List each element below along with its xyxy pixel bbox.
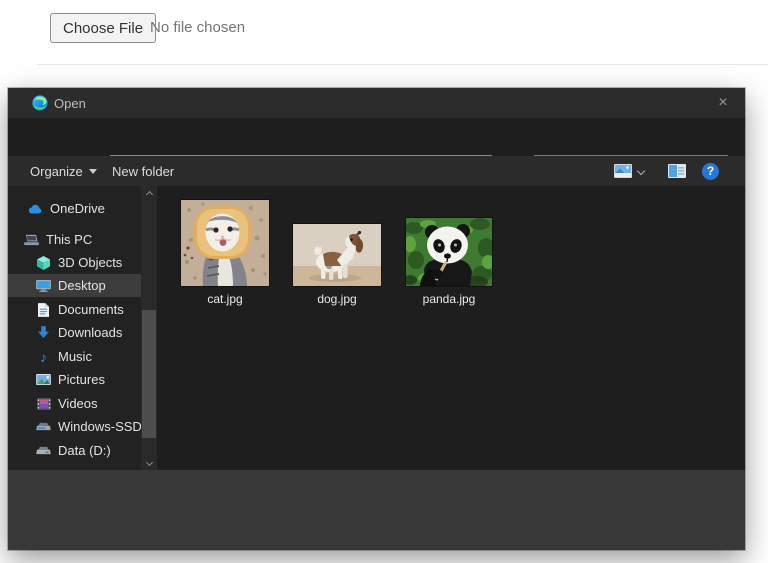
page: Choose File No file chosen Open × Search… xyxy=(0,0,768,563)
file-name-label: cat.jpg xyxy=(207,292,243,306)
sidebar-item-windows-ssd[interactable]: Windows-SSD (C:) xyxy=(8,415,141,438)
sidebar-item-downloads[interactable]: Downloads xyxy=(8,321,141,344)
file-tile-dog[interactable]: dog.jpg xyxy=(293,224,381,306)
document-icon xyxy=(36,302,51,317)
this-pc-icon xyxy=(24,232,39,247)
new-folder-label: New folder xyxy=(112,163,175,179)
sidebar-item-label: Data (D:) xyxy=(58,443,111,458)
new-folder-button[interactable]: New folder xyxy=(104,156,182,186)
panda-thumbnail-image xyxy=(406,218,492,286)
open-file-dialog: Open × ← → ↑ Desktop datasets xyxy=(8,88,745,550)
preview-pane-icon xyxy=(668,164,686,178)
no-file-chosen-text: No file chosen xyxy=(150,19,246,36)
file-tile-panda[interactable]: panda.jpg xyxy=(406,218,492,306)
cube-icon xyxy=(36,255,51,270)
sidebar-scrollbar[interactable] xyxy=(141,186,157,470)
sidebar-item-label: Desktop xyxy=(58,278,106,293)
scrollbar-up-icon[interactable] xyxy=(141,186,157,202)
navigation-pane: OneDrive This PC 3D Objects Desktop Docu… xyxy=(8,186,141,470)
scrollbar-down-icon[interactable] xyxy=(141,454,157,470)
help-button[interactable]: ? xyxy=(694,156,727,186)
sidebar-item-label: Documents xyxy=(58,302,124,317)
sidebar-item-onedrive[interactable]: OneDrive xyxy=(8,197,141,220)
dialog-footer: File name: All files (*.*) Open Cancel xyxy=(8,470,745,550)
views-button[interactable] xyxy=(606,156,652,186)
sidebar-item-label: 3D Objects xyxy=(58,255,123,270)
views-icon xyxy=(614,164,632,178)
sidebar-item-videos[interactable]: Videos xyxy=(8,392,141,415)
sidebar-item-music[interactable]: ♪ Music xyxy=(8,345,141,368)
choose-file-button[interactable]: Choose File xyxy=(50,13,157,43)
close-icon[interactable]: × xyxy=(706,88,740,118)
drive-icon xyxy=(36,443,51,458)
organize-button[interactable]: Organize xyxy=(22,156,105,186)
sidebar-item-label: Music xyxy=(58,349,92,364)
sidebar-item-documents[interactable]: Documents xyxy=(8,298,141,321)
monitor-icon xyxy=(36,278,51,293)
file-name-label: dog.jpg xyxy=(317,292,357,306)
dialog-title: Open xyxy=(54,96,86,111)
dialog-toolbar: Organize New folder ? xyxy=(8,156,745,186)
divider xyxy=(37,64,768,65)
sidebar-item-label: Pictures xyxy=(58,372,105,387)
sidebar-item-desktop[interactable]: Desktop xyxy=(8,274,141,297)
sidebar-item-label: Videos xyxy=(58,396,98,411)
views-dropdown-chevron-icon xyxy=(636,166,646,176)
sidebar-item-data-drive[interactable]: Data (D:) xyxy=(8,439,141,462)
navigation-bar: ← → ↑ Desktop datasets animals images xyxy=(8,118,745,181)
music-note-icon: ♪ xyxy=(40,348,47,365)
dialog-titlebar[interactable]: Open × xyxy=(8,88,745,118)
dialog-main-area: OneDrive This PC 3D Objects Desktop Docu… xyxy=(8,186,745,470)
help-icon: ? xyxy=(702,162,719,180)
sidebar-item-label: Downloads xyxy=(58,325,123,340)
drive-icon xyxy=(36,419,51,434)
onedrive-cloud-icon xyxy=(28,201,43,216)
film-icon xyxy=(36,396,51,411)
file-tile-cat[interactable]: cat.jpg xyxy=(181,200,269,306)
sidebar-item-3d-objects[interactable]: 3D Objects xyxy=(8,251,141,274)
organize-label: Organize xyxy=(30,163,83,179)
picture-icon xyxy=(36,372,51,387)
scrollbar-thumb[interactable] xyxy=(142,310,156,438)
sidebar-item-label: This PC xyxy=(46,232,93,247)
cat-thumbnail-image xyxy=(181,200,269,286)
file-name-label: panda.jpg xyxy=(422,292,476,306)
organize-dropdown-icon xyxy=(88,168,97,174)
down-arrow-icon xyxy=(36,325,51,340)
sidebar-item-label: Windows-SSD (C:) xyxy=(58,419,141,434)
sidebar-item-pictures[interactable]: Pictures xyxy=(8,368,141,391)
edge-logo-icon xyxy=(32,95,48,111)
dog-thumbnail-image xyxy=(293,224,381,286)
preview-pane-button[interactable] xyxy=(660,156,694,186)
sidebar-item-label: OneDrive xyxy=(50,201,105,216)
sidebar-item-this-pc[interactable]: This PC xyxy=(8,228,141,251)
